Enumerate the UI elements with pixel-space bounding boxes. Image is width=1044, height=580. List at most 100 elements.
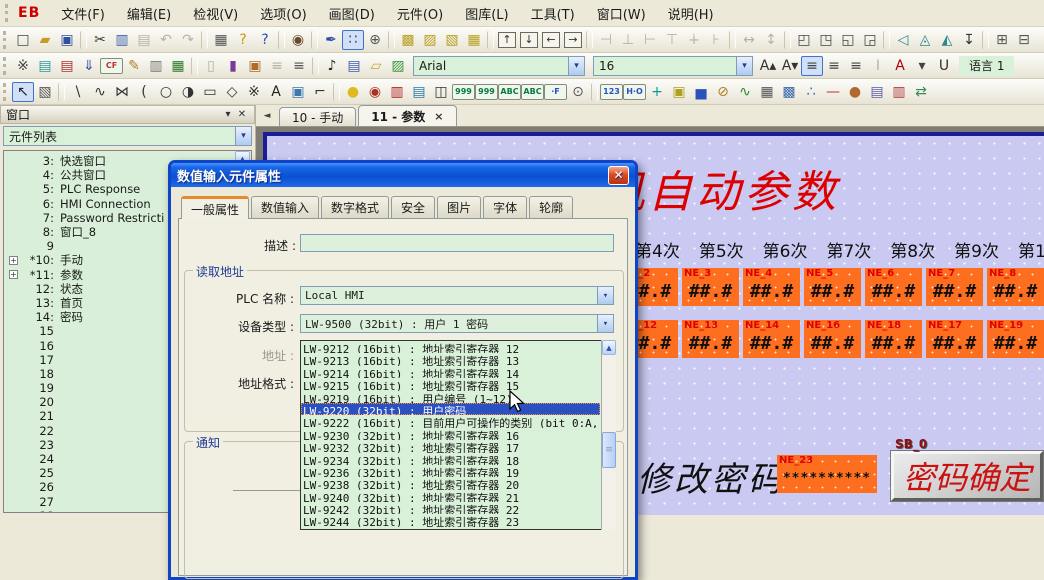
menu-item[interactable]: 窗口(W) [586,0,657,28]
text-tool-icon[interactable]: A [265,82,287,102]
window-settings-icon[interactable]: ▤ [343,56,365,76]
separator[interactable] [201,31,208,49]
numeric-display-element[interactable]: NE_14 ##.# [743,320,800,358]
panel-close-icon[interactable]: ✕ [235,109,249,120]
cf-card-icon[interactable]: CF [100,58,123,74]
rectangle-tool-icon[interactable]: ▭ [199,82,221,102]
toolbar-grip[interactable] [5,4,10,22]
device-type-option[interactable]: LW-9230 (32bit) : 地址索引寄存器 16 [301,428,600,440]
separator[interactable] [388,31,395,49]
snap-icon[interactable]: ⊕ [364,30,386,50]
underline-icon[interactable]: U [933,56,955,76]
pin-icon[interactable]: ↧ [958,30,980,50]
toolbar-grip[interactable] [3,83,8,101]
scroll-up-icon[interactable]: ▲ [602,340,616,355]
flip-vertical-icon[interactable]: ◬ [914,30,936,50]
numeric-display-element[interactable]: NE_3 ##.# [682,268,739,306]
bar-graph-icon[interactable]: ▅ [690,82,712,102]
schedule-icon[interactable]: ▤ [866,82,888,102]
device-type-option[interactable]: LW-9236 (32bit) : 地址索引寄存器 19 [301,465,600,477]
font-color-icon[interactable]: A [889,56,911,76]
tree-expand-icon[interactable] [9,242,18,251]
separator[interactable] [591,83,598,101]
view-mode-select[interactable]: 元件列表 ▾ [3,126,252,146]
description-input[interactable] [300,234,614,252]
bit-lamp-icon[interactable]: ● [342,82,364,102]
device-type-option[interactable]: LW-9215 (16bit) : 地址索引寄存器 15 [301,378,600,390]
tree-expand-icon[interactable] [9,199,18,208]
word-lamp-icon[interactable]: ◉ [364,82,386,102]
italic-icon[interactable]: I [867,56,889,76]
numeric-display-element[interactable]: NE_4 ##.# [743,268,800,306]
flip-horizontal-icon[interactable]: ◁ [892,30,914,50]
align-vcenter-icon[interactable]: ⊥ [617,30,639,50]
tab-window-11[interactable]: 11 - 参数 × [358,105,456,126]
dialog-tab[interactable]: 数值输入 [251,196,319,218]
toolbar-grip[interactable] [3,57,8,75]
dialog-tab[interactable]: 字体 [483,196,527,218]
tab-scroll-left-icon[interactable]: ◄ [260,108,274,124]
menu-item[interactable]: 编辑(E) [116,0,182,28]
dropdown-arrow-icon[interactable]: ▾ [597,315,613,332]
tree-expand-icon[interactable] [9,412,18,421]
macro-editor-icon[interactable]: ✎ [123,56,145,76]
dialog-tab[interactable]: 数字格式 [321,196,389,218]
menu-item[interactable]: 文件(F) [50,0,116,28]
tab-close-icon[interactable]: × [434,110,443,123]
plc-name-select[interactable]: Local HMI ▾ [300,286,614,305]
undo-icon[interactable]: ↶ [155,30,177,50]
paste-icon[interactable]: ▤ [133,30,155,50]
cycle-label[interactable]: 第10次 [1018,237,1044,262]
separator[interactable] [883,31,890,49]
numeric-display-icon[interactable]: 999 [475,84,498,100]
same-width-icon[interactable]: ↔ [738,30,760,50]
cycle-label[interactable]: 第4次 [635,237,680,262]
bezier-tool-icon[interactable]: ∿ [89,82,111,102]
language-indicator[interactable]: 语言 1 [959,56,1014,76]
resize-down-icon[interactable]: ◲ [859,30,881,50]
nudge-up-icon[interactable]: ↑ [498,32,516,48]
window-copy-icon[interactable]: ▣ [244,56,266,76]
device-type-option[interactable]: LW-9238 (32bit) : 地址索引寄存器 20 [301,477,600,489]
nudge-down-icon[interactable]: ↓ [520,32,538,48]
numeric-display-element[interactable]: NE_7 ##.# [926,268,983,306]
bring-to-front-icon[interactable]: ▩ [397,30,419,50]
text-align-left-icon[interactable]: ≡ [801,56,823,76]
device-type-option[interactable]: LW-9234 (32bit) : 地址索引寄存器 18 [301,453,600,465]
tab-window-10[interactable]: 10 - 手动 [279,107,356,126]
help-icon[interactable]: ? [232,30,254,50]
set-word-icon[interactable]: ▤ [408,82,430,102]
separator[interactable] [729,31,736,49]
tree-expand-icon[interactable] [9,213,18,222]
dropdown-arrow-icon[interactable]: ▾ [597,287,613,304]
tree-expand-icon[interactable] [9,228,18,237]
tree-expand-icon[interactable] [9,298,18,307]
align-right-icon[interactable]: ⊢ [639,30,661,50]
separator[interactable] [982,31,989,49]
grid-icon[interactable]: ∷ [342,30,364,50]
pen-icon[interactable]: ✒ [320,30,342,50]
alarm-bar-icon[interactable]: — [822,82,844,102]
tree-expand-icon[interactable] [9,313,18,322]
tree-expand-icon[interactable] [9,469,18,478]
trend-display-icon[interactable]: ∿ [734,82,756,102]
object-properties-icon[interactable]: ▧ [34,82,56,102]
numeric-display-element[interactable]: NE_6 ##.# [865,268,922,306]
panel-menu-icon[interactable]: ▾ [221,109,235,120]
tree-expand-icon[interactable] [9,497,18,506]
ascii-display-icon[interactable]: ABC [521,84,544,100]
bring-forward-icon[interactable]: ▧ [441,30,463,50]
toolbar-grip[interactable] [3,31,8,49]
dropdown-scrollbar[interactable]: ▲ [601,340,616,530]
tools-icon[interactable]: ※ [12,56,34,76]
separator[interactable] [586,31,593,49]
menu-item[interactable]: 检视(V) [182,0,249,28]
numeric-display-element[interactable]: NE_17 ##.# [926,320,983,358]
menu-item[interactable]: 工具(T) [520,0,586,28]
modify-password-text[interactable]: 修改密码 [637,452,785,501]
numeric-display-element[interactable]: NE_8 ##.# [987,268,1044,306]
separator[interactable] [80,31,87,49]
tree-expand-icon[interactable] [9,284,18,293]
separator[interactable] [784,31,791,49]
set-value-icon[interactable]: 123 [600,84,623,100]
